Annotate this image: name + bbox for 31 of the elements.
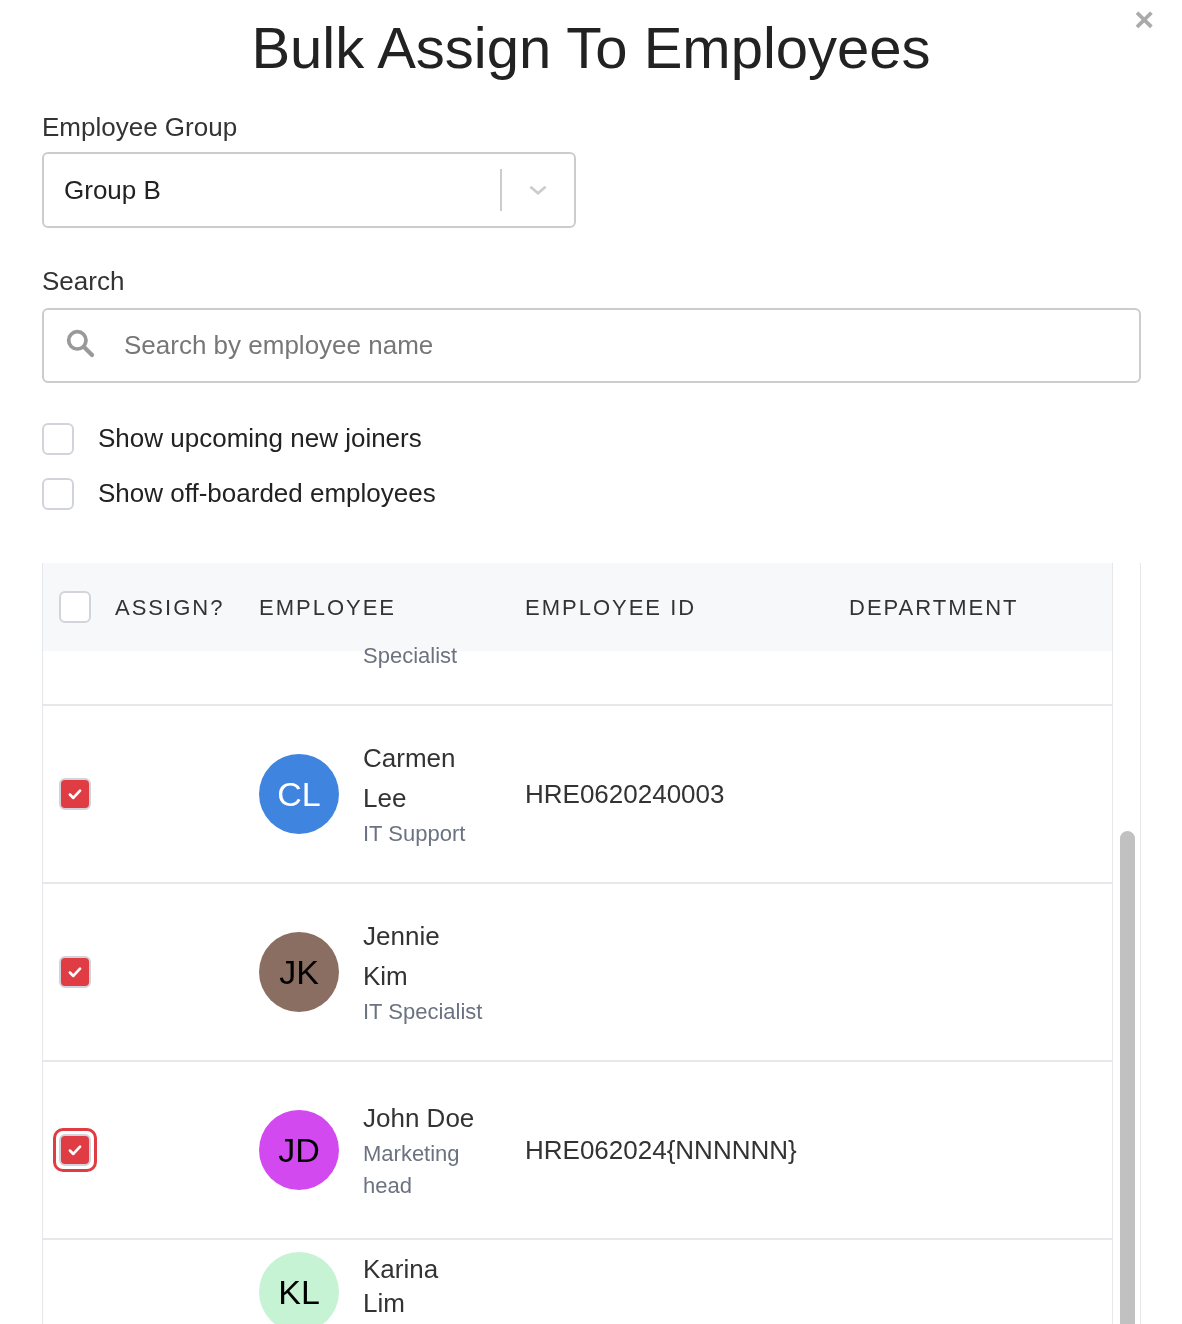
employee-name: John Doe	[363, 1102, 476, 1135]
column-header: DEPARTMENT	[849, 593, 1020, 622]
employee-role: Marketing head	[363, 1140, 461, 1200]
column-header: ASSIGN?	[115, 593, 226, 622]
checkbox[interactable]	[59, 1134, 91, 1166]
select-all-checkbox[interactable]	[59, 591, 91, 623]
avatar: KL	[259, 1252, 339, 1324]
field-label: Employee Group	[42, 114, 239, 140]
checkbox[interactable]	[59, 778, 91, 810]
search-icon	[64, 327, 96, 359]
employee-role: Specialist	[363, 643, 458, 668]
avatar: CL	[259, 754, 339, 834]
avatar: JD	[259, 1110, 339, 1190]
checkbox[interactable]	[42, 477, 74, 510]
checkbox[interactable]	[42, 422, 74, 455]
employee-name: Karina Lim	[363, 1253, 440, 1320]
group-select[interactable]: Group B	[42, 152, 576, 228]
employee-role: IT Support	[363, 820, 467, 848]
search-field[interactable]: Search by employee name	[42, 308, 1141, 383]
avatar: JK	[259, 932, 339, 1012]
checkbox-label: Show off-boarded employees	[98, 477, 436, 510]
column-header: EMPLOYEE ID	[525, 593, 698, 622]
checkbox[interactable]	[59, 956, 91, 988]
employee-id: HRE062024{NNNNNN}	[525, 1134, 797, 1165]
field-label: Search	[42, 268, 126, 294]
employee-id: HRE0620240003	[525, 778, 725, 809]
checkbox-label: Show upcoming new joiners	[98, 422, 422, 455]
employee-name: Jennie Kim	[363, 920, 441, 993]
column-header: EMPLOYEE	[259, 593, 398, 622]
employee-name: Carmen Lee	[363, 742, 457, 815]
employee-role: IT Specialist	[363, 998, 483, 1026]
